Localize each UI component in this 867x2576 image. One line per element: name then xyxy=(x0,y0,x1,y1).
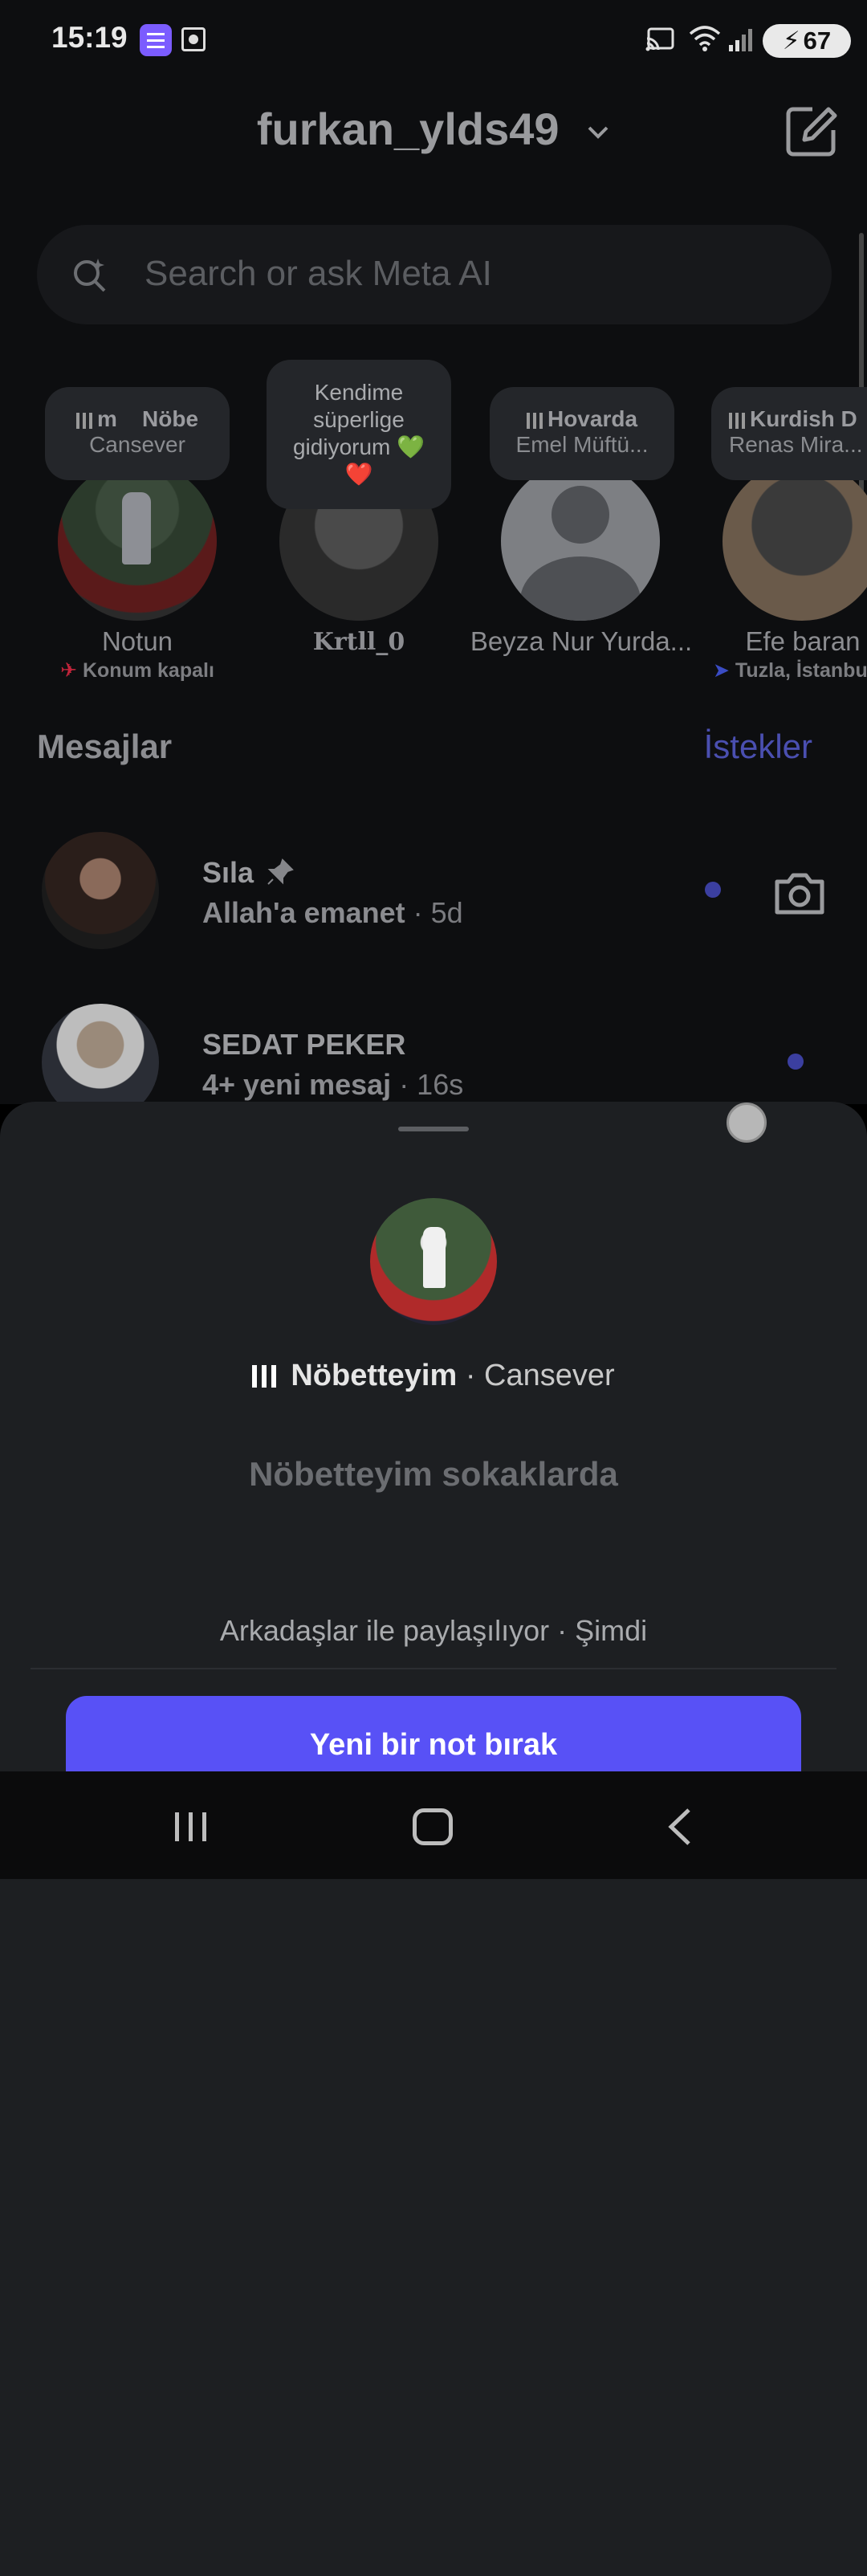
divider xyxy=(31,1668,836,1669)
sheet-shared-status: Arkadaşlar ile paylaşılıyor · Şimdi xyxy=(219,1614,648,1647)
search-icon xyxy=(74,259,106,292)
message-preview: 4+ yeni mesaj · 16s xyxy=(202,1068,464,1101)
messages-section-title: Mesajlar xyxy=(37,728,173,765)
message-preview: Allah'a emanet · 5d xyxy=(202,896,463,929)
sheet-note-text: Nöbetteyim sokaklarda xyxy=(249,1455,618,1493)
signal-icon xyxy=(729,29,752,51)
status-time: 15:19 xyxy=(51,21,128,54)
sheet-drag-handle[interactable] xyxy=(398,1127,469,1131)
message-avatar-sila[interactable] xyxy=(42,832,159,949)
battery-level: 67 xyxy=(803,26,832,55)
requests-link[interactable]: İstekler xyxy=(704,728,812,766)
sheet-avatar xyxy=(370,1198,497,1325)
note-avatar-notun[interactable] xyxy=(58,462,217,621)
recents-icon[interactable] xyxy=(172,1811,210,1843)
location-off-icon: ✈ xyxy=(60,659,78,682)
back-icon[interactable] xyxy=(665,1807,694,1847)
wifi-icon xyxy=(689,26,721,51)
account-switcher[interactable]: furkan_ylds49 xyxy=(0,103,867,155)
note-name: Efe baran xyxy=(745,626,861,656)
note-name: Beyza Nur Yurda... xyxy=(470,626,693,656)
cast-icon xyxy=(645,27,674,51)
note-bubble-krtll[interactable]: Kendime süperlige gidiyorum 💚 ❤️ xyxy=(267,360,451,509)
touch-indicator xyxy=(727,1103,767,1143)
unread-dot xyxy=(705,882,721,898)
message-name[interactable]: Sıla xyxy=(202,856,294,890)
search-placeholder: Search or ask Meta AI xyxy=(144,254,492,293)
account-name: furkan_ylds49 xyxy=(256,104,560,154)
equalizer-app-icon xyxy=(140,24,172,56)
note-bubble-beyza[interactable]: Hovarda Emel Müftü... xyxy=(490,387,674,480)
music-bars-icon xyxy=(252,1365,277,1388)
note-name: Notun xyxy=(101,626,173,656)
note-bubble-efe[interactable]: Kurdish D Renas Mira... xyxy=(711,387,867,480)
music-bars-icon xyxy=(75,412,92,429)
note-location: ➤ Tuzla, İstanbu xyxy=(713,659,867,682)
chevron-down-icon xyxy=(588,126,609,140)
message-name[interactable]: SEDAT PEKER xyxy=(202,1028,405,1062)
music-bars-icon xyxy=(729,412,745,429)
camera-icon[interactable] xyxy=(772,869,827,917)
battery-indicator: ⚡ 67 xyxy=(763,24,851,58)
charging-icon: ⚡ xyxy=(782,26,800,55)
note-avatar-beyza[interactable] xyxy=(501,462,660,621)
screen-record-icon xyxy=(181,27,206,51)
location-arrow-icon: ➤ xyxy=(713,659,730,682)
unread-dot xyxy=(788,1054,804,1070)
pin-icon xyxy=(267,858,294,885)
note-location: ✈ Konum kapalı xyxy=(60,659,214,682)
note-name: Krtll_0 xyxy=(312,628,405,656)
music-bars-icon xyxy=(526,412,543,429)
note-bubble-notun[interactable]: m Nöbe Cansever xyxy=(45,387,230,480)
sheet-song-line: Nöbetteyim · Cansever xyxy=(0,1359,867,1393)
compose-icon[interactable] xyxy=(785,104,838,157)
home-icon[interactable] xyxy=(413,1808,453,1845)
